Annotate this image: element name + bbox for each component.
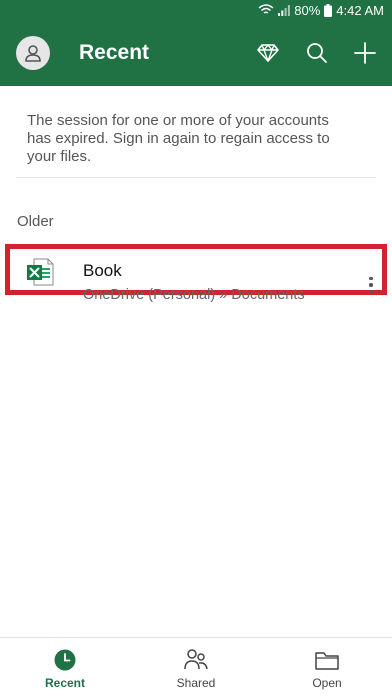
premium-diamond-icon: [257, 44, 279, 62]
nav-open-label: Open: [312, 676, 342, 690]
battery-icon: [324, 3, 333, 17]
people-icon: [184, 648, 208, 672]
clock-time: 4:42 AM: [336, 2, 384, 18]
nav-recent[interactable]: Recent: [0, 638, 130, 697]
clock-icon: [54, 648, 76, 672]
file-list-item[interactable]: Book OneDrive (Personal) » Documents: [5, 244, 387, 303]
section-header-older: Older: [17, 213, 54, 230]
file-name: Book: [83, 261, 122, 280]
account-avatar[interactable]: [16, 36, 50, 70]
search-icon: [307, 43, 327, 63]
more-options-button[interactable]: [364, 271, 378, 299]
excel-file-icon: [26, 258, 54, 286]
nav-recent-label: Recent: [44, 676, 85, 690]
add-button[interactable]: [352, 40, 378, 66]
signal-icon: [278, 4, 291, 16]
nav-open[interactable]: Open: [262, 638, 392, 697]
battery-percent: 80%: [294, 2, 321, 18]
premium-button[interactable]: [255, 40, 281, 66]
app-bar: Recent: [0, 20, 392, 86]
page-title: Recent: [79, 41, 150, 64]
search-button[interactable]: [304, 40, 330, 66]
status-bar: 80% 4:42 AM: [0, 0, 392, 20]
folder-icon: [315, 648, 339, 672]
session-expired-notice[interactable]: The session for one or more of your acco…: [27, 112, 357, 166]
wifi-icon: [258, 4, 274, 16]
bottom-navigation: Recent Shared Open: [0, 637, 392, 697]
nav-shared[interactable]: Shared: [131, 638, 261, 697]
file-location: OneDrive (Personal) » Documents: [83, 287, 305, 303]
person-icon: [25, 45, 41, 62]
divider: [16, 177, 376, 178]
nav-shared-label: Shared: [176, 676, 216, 690]
add-icon: [354, 42, 376, 64]
more-vertical-icon: [369, 276, 373, 281]
